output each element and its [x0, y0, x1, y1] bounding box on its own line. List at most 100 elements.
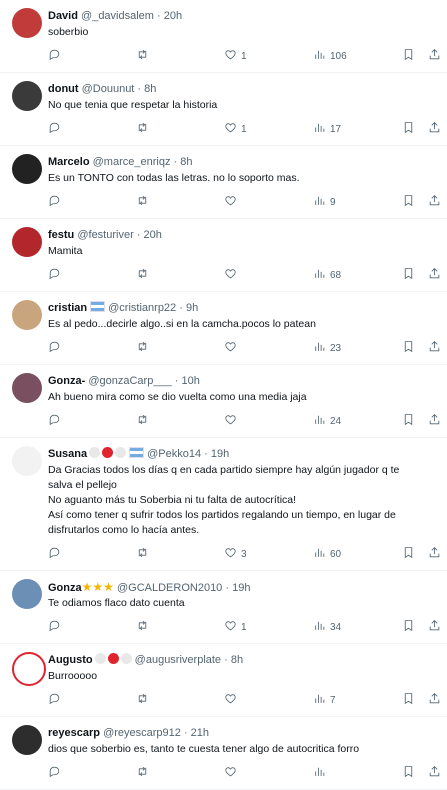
bookmark-button[interactable] — [402, 113, 415, 145]
user-handle[interactable]: @cristianrp22 — [108, 302, 176, 314]
avatar[interactable] — [12, 652, 46, 686]
retweet-button[interactable] — [136, 259, 149, 291]
bookmark-button[interactable] — [402, 332, 415, 364]
tweet-item[interactable]: David @_davidsalem · 20h soberbio 1 106 — [0, 0, 447, 73]
timestamp[interactable]: 8h — [231, 654, 243, 666]
timestamp[interactable]: 19h — [232, 582, 250, 594]
reply-button[interactable] — [48, 538, 61, 570]
timestamp[interactable]: 9h — [186, 302, 198, 314]
bookmark-button[interactable] — [402, 405, 415, 437]
views-button[interactable]: 106 — [313, 40, 347, 72]
tweet-item[interactable]: donut @Douunut · 8h No que tenia que resp… — [0, 73, 447, 146]
retweet-button[interactable] — [136, 405, 149, 437]
retweet-button[interactable] — [136, 113, 149, 145]
display-name[interactable]: Gonza- — [48, 375, 85, 387]
share-button[interactable] — [428, 332, 441, 364]
display-name[interactable]: Marcelo — [48, 156, 90, 168]
like-button[interactable] — [224, 186, 241, 218]
display-name[interactable]: Susana — [48, 448, 87, 460]
bookmark-button[interactable] — [402, 186, 415, 218]
reply-button[interactable] — [48, 186, 61, 218]
views-button[interactable]: 23 — [313, 332, 341, 364]
bookmark-button[interactable] — [402, 611, 415, 643]
views-button[interactable]: 17 — [313, 113, 341, 145]
like-button[interactable] — [224, 259, 241, 291]
bookmark-button[interactable] — [402, 757, 415, 789]
display-name[interactable]: Augusto — [48, 654, 93, 666]
timestamp[interactable]: 19h — [211, 448, 229, 460]
display-name[interactable]: festu — [48, 229, 74, 241]
avatar[interactable] — [12, 81, 42, 111]
like-button[interactable] — [224, 757, 241, 789]
retweet-button[interactable] — [136, 757, 149, 789]
bookmark-button[interactable] — [402, 538, 415, 570]
share-button[interactable] — [428, 259, 441, 291]
views-button[interactable]: 9 — [313, 186, 336, 218]
avatar[interactable] — [12, 8, 42, 38]
views-button[interactable]: 24 — [313, 405, 341, 437]
tweet-item[interactable]: festu @festuriver · 20h Mamita 68 — [0, 219, 447, 292]
like-button[interactable] — [224, 332, 241, 364]
views-button[interactable]: 60 — [313, 538, 341, 570]
user-handle[interactable]: @festuriver — [77, 229, 133, 241]
tweet-item[interactable]: Marcelo @marce_enriqz · 8h Es un TONTO co… — [0, 146, 447, 219]
views-button[interactable]: 34 — [313, 611, 341, 643]
tweet-item[interactable]: Susana @Pekko14 · 19h Da Gracias todos los… — [0, 438, 447, 571]
like-button[interactable] — [224, 684, 241, 716]
user-handle[interactable]: @gonzaCarp___ — [88, 375, 171, 387]
like-button[interactable] — [224, 405, 241, 437]
user-handle[interactable]: @reyescarp912 — [103, 727, 181, 739]
user-handle[interactable]: @marce_enriqz — [93, 156, 171, 168]
retweet-button[interactable] — [136, 40, 149, 72]
share-button[interactable] — [428, 757, 441, 789]
bookmark-button[interactable] — [402, 684, 415, 716]
display-name[interactable]: cristian — [48, 302, 87, 314]
share-button[interactable] — [428, 611, 441, 643]
share-button[interactable] — [428, 186, 441, 218]
reply-button[interactable] — [48, 40, 61, 72]
retweet-button[interactable] — [136, 538, 149, 570]
like-button[interactable]: 1 — [224, 113, 247, 145]
share-button[interactable] — [428, 405, 441, 437]
like-button[interactable]: 1 — [224, 611, 247, 643]
share-button[interactable] — [428, 538, 441, 570]
display-name[interactable]: Gonza — [48, 582, 82, 594]
user-handle[interactable]: @Pekko14 — [147, 448, 201, 460]
reply-button[interactable] — [48, 405, 61, 437]
bookmark-button[interactable] — [402, 40, 415, 72]
tweet-item[interactable]: cristian @cristianrp22 · 9h Es al pedo...d… — [0, 292, 447, 365]
display-name[interactable]: David — [48, 10, 78, 22]
bookmark-button[interactable] — [402, 259, 415, 291]
display-name[interactable]: donut — [48, 83, 79, 95]
timestamp[interactable]: 8h — [144, 83, 156, 95]
retweet-button[interactable] — [136, 684, 149, 716]
avatar[interactable] — [12, 725, 42, 755]
reply-button[interactable] — [48, 684, 61, 716]
user-handle[interactable]: @_davidsalem — [81, 10, 154, 22]
views-button[interactable]: 68 — [313, 259, 341, 291]
timestamp[interactable]: 20h — [164, 10, 182, 22]
retweet-button[interactable] — [136, 186, 149, 218]
avatar[interactable] — [12, 154, 42, 184]
avatar[interactable] — [12, 446, 42, 476]
tweet-item[interactable]: Gonza★★★ @GCALDERON2010 · 19h Te odiamos … — [0, 571, 447, 644]
share-button[interactable] — [428, 40, 441, 72]
reply-button[interactable] — [48, 259, 61, 291]
avatar[interactable] — [12, 300, 42, 330]
retweet-button[interactable] — [136, 611, 149, 643]
timestamp[interactable]: 10h — [181, 375, 199, 387]
avatar[interactable] — [12, 579, 42, 609]
user-handle[interactable]: @Douunut — [82, 83, 135, 95]
user-handle[interactable]: @GCALDERON2010 — [117, 582, 222, 594]
user-handle[interactable]: @augusriverplate — [135, 654, 221, 666]
views-button[interactable]: 7 — [313, 684, 336, 716]
like-button[interactable]: 3 — [224, 538, 247, 570]
timestamp[interactable]: 8h — [180, 156, 192, 168]
reply-button[interactable] — [48, 332, 61, 364]
timestamp[interactable]: 21h — [191, 727, 209, 739]
reply-button[interactable] — [48, 757, 61, 789]
avatar[interactable] — [12, 373, 42, 403]
tweet-item[interactable]: Gonza- @gonzaCarp___ · 10h Ah bueno mira … — [0, 365, 447, 438]
tweet-item[interactable]: reyescarp @reyescarp912 · 21h dios que so… — [0, 717, 447, 790]
timestamp[interactable]: 20h — [144, 229, 162, 241]
